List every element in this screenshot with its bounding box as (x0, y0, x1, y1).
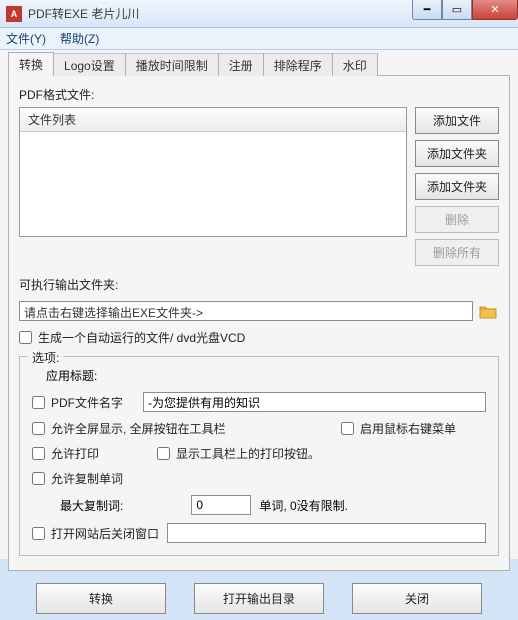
tab-exclude[interactable]: 排除程序 (263, 53, 333, 76)
autorun-checkbox-input[interactable] (19, 331, 32, 344)
printbtn-checkbox[interactable]: 显示工具栏上的打印按钮。 (157, 445, 320, 462)
print-checkbox-label: 允许打印 (51, 445, 99, 462)
autorun-checkbox[interactable]: 生成一个自动运行的文件/ dvd光盘VCD (19, 329, 499, 346)
delete-all-button[interactable]: 删除所有 (415, 239, 499, 266)
fullscreen-checkbox-label: 允许全屏显示, 全屏按钮在工具栏 (51, 420, 226, 437)
tab-logo[interactable]: Logo设置 (53, 53, 126, 76)
closewin-checkbox[interactable]: 打开网站后关闭窗口 (32, 525, 159, 542)
tab-page-convert: PDF格式文件: 文件列表 添加文件 添加文件夹 添加文件夹 删除 删除所有 可… (8, 75, 510, 571)
fullscreen-checkbox[interactable]: 允许全屏显示, 全屏按钮在工具栏 (32, 420, 226, 437)
closewin-checkbox-input[interactable] (32, 527, 45, 540)
maxcopy-row: 最大复制词: 单词, 0没有限制. (32, 495, 486, 515)
pdfname-checkbox[interactable]: PDF文件名字 (32, 394, 123, 411)
file-buttons: 添加文件 添加文件夹 添加文件夹 删除 删除所有 (415, 107, 499, 266)
client-area: 转换 Logo设置 播放时间限制 注册 排除程序 水印 PDF格式文件: 文件列… (0, 50, 518, 559)
output-folder-label: 可执行输出文件夹: (19, 276, 499, 293)
menu-file[interactable]: 文件(Y) (6, 30, 46, 47)
app-title-label: 应用标题: (46, 367, 97, 384)
maxcopy-input[interactable] (191, 495, 251, 515)
convert-button[interactable]: 转换 (36, 583, 166, 614)
bottom-buttons: 转换 打开输出目录 关闭 (8, 571, 510, 620)
minimize-button[interactable]: ━ (412, 0, 442, 20)
fullscreen-checkbox-input[interactable] (32, 422, 45, 435)
maximize-button[interactable]: ▭ (442, 0, 472, 20)
mousemenu-checkbox-label: 启用鼠标右键菜单 (360, 420, 456, 437)
output-folder-input[interactable]: 请点击右键选择输出EXE文件夹-> (19, 301, 473, 321)
maxcopy-unit: 单词, 0没有限制. (259, 497, 348, 514)
maxcopy-label: 最大复制词: (60, 497, 123, 514)
window-title: PDF转EXE 老片儿川 (28, 5, 412, 22)
tab-watermark[interactable]: 水印 (332, 53, 378, 76)
app-title-input[interactable] (143, 392, 486, 412)
pdfname-checkbox-input[interactable] (32, 396, 45, 409)
tab-convert[interactable]: 转换 (8, 52, 54, 76)
printbtn-checkbox-input[interactable] (157, 447, 170, 460)
print-row: 允许打印 显示工具栏上的打印按钮。 (32, 445, 486, 462)
copy-checkbox-label: 允许复制单词 (51, 470, 123, 487)
closewin-row: 打开网站后关闭窗口 (32, 523, 486, 543)
window-buttons: ━ ▭ ✕ (412, 0, 518, 27)
printbtn-checkbox-label: 显示工具栏上的打印按钮。 (176, 445, 320, 462)
close-button[interactable]: ✕ (472, 0, 518, 20)
add-folder-button-2[interactable]: 添加文件夹 (415, 173, 499, 200)
add-file-button[interactable]: 添加文件 (415, 107, 499, 134)
print-checkbox[interactable]: 允许打印 (32, 445, 99, 462)
filelist-row: 文件列表 添加文件 添加文件夹 添加文件夹 删除 删除所有 (19, 107, 499, 266)
titlebar: A PDF转EXE 老片儿川 ━ ▭ ✕ (0, 0, 518, 28)
copy-row: 允许复制单词 (32, 470, 486, 487)
delete-button[interactable]: 删除 (415, 206, 499, 233)
autorun-checkbox-label: 生成一个自动运行的文件/ dvd光盘VCD (38, 329, 245, 346)
mousemenu-checkbox-input[interactable] (341, 422, 354, 435)
file-list-header: 文件列表 (20, 108, 406, 132)
close-app-button[interactable]: 关闭 (352, 583, 482, 614)
app-icon: A (6, 6, 22, 22)
tabstrip: 转换 Logo设置 播放时间限制 注册 排除程序 水印 (8, 54, 510, 76)
mousemenu-checkbox[interactable]: 启用鼠标右键菜单 (341, 420, 456, 437)
output-folder-row: 请点击右键选择输出EXE文件夹-> (19, 301, 499, 321)
menubar: 文件(Y) 帮助(Z) (0, 28, 518, 50)
options-group: 选项: 应用标题: PDF文件名字 允许全屏显示, 全屏按钮在工具栏 (19, 356, 499, 556)
app-title-row: 应用标题: (32, 367, 486, 384)
pdfname-row: PDF文件名字 (32, 392, 486, 412)
closewin-checkbox-label: 打开网站后关闭窗口 (51, 525, 159, 542)
menu-help[interactable]: 帮助(Z) (60, 30, 99, 47)
fullscreen-row: 允许全屏显示, 全屏按钮在工具栏 启用鼠标右键菜单 (32, 420, 486, 437)
print-checkbox-input[interactable] (32, 447, 45, 460)
copy-checkbox-input[interactable] (32, 472, 45, 485)
add-folder-button-1[interactable]: 添加文件夹 (415, 140, 499, 167)
copy-checkbox[interactable]: 允许复制单词 (32, 470, 123, 487)
pdfname-checkbox-label: PDF文件名字 (51, 394, 123, 411)
open-output-dir-button[interactable]: 打开输出目录 (194, 583, 324, 614)
closewin-input[interactable] (167, 523, 486, 543)
browse-folder-icon[interactable] (477, 301, 499, 321)
tab-timelimit[interactable]: 播放时间限制 (125, 53, 219, 76)
file-list[interactable]: 文件列表 (19, 107, 407, 237)
tab-register[interactable]: 注册 (218, 53, 264, 76)
pdf-files-label: PDF格式文件: (19, 86, 499, 103)
options-legend: 选项: (28, 349, 63, 366)
